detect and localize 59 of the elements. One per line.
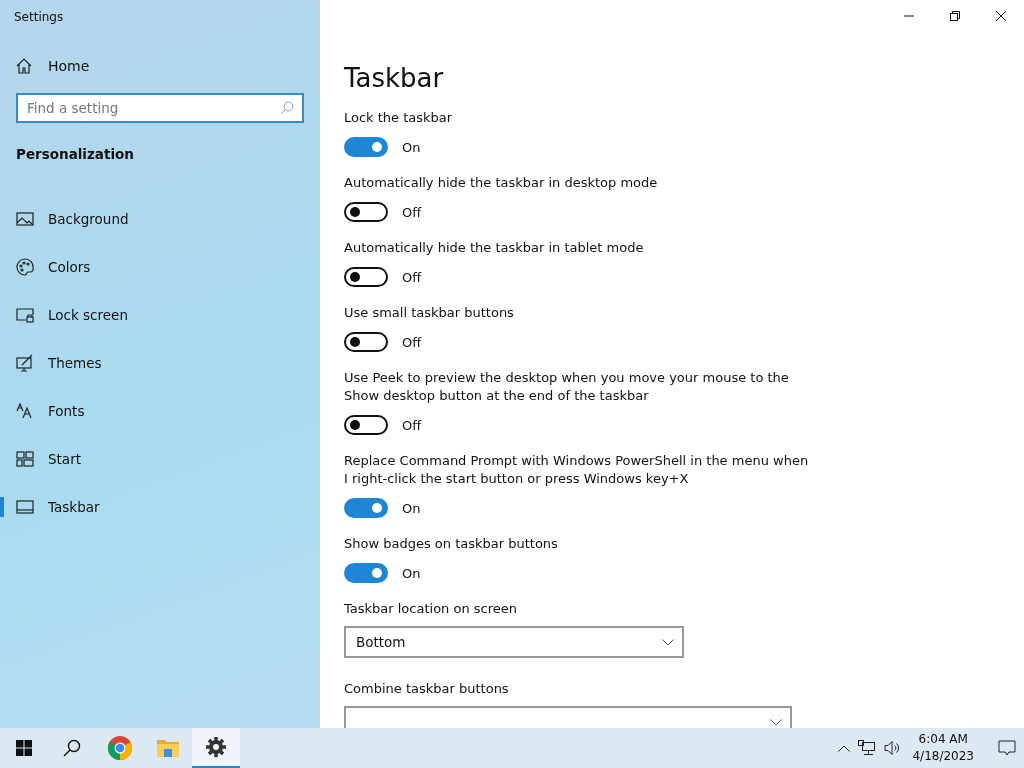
taskbar-icon [16,500,34,514]
setting-label: Combine taskbar buttons [344,680,510,698]
notification-icon[interactable] [998,739,1016,757]
nav-item[interactable]: Background [0,195,320,243]
section-heading: Personalization [16,146,134,162]
setting-label: Show badges on taskbar buttons [344,535,559,553]
nav-item[interactable]: Start [0,435,320,483]
nav-item[interactable]: Colors [0,243,320,291]
setting-label: Automatically hide the taskbar in desktop mode [344,174,659,192]
setting-label: Taskbar location on screen [344,600,518,618]
toggle-switch[interactable] [344,563,388,583]
nav-item[interactable]: Themes [0,339,320,387]
toggle-state: Off [402,417,422,433]
settings-icon[interactable] [206,737,226,757]
fonts-icon [16,403,34,419]
page-title: Taskbar [344,63,444,93]
palette-icon [16,258,34,276]
search-field[interactable]: Find a setting [16,93,304,123]
nav-item[interactable]: Taskbar [0,483,320,531]
toggle-state: Off [402,269,422,285]
toggle-switch[interactable] [344,332,388,352]
start-icon [16,451,34,467]
browser-icon[interactable] [108,736,132,760]
toggle-state: Off [402,204,422,220]
setting-label: Use Peek to preview the desktop when you move your mouse to the Show desktop button at the end of the taskbar [344,369,790,405]
window-title: Settings [13,9,64,26]
setting-label: Replace Command Prompt with Windows PowerShell in the menu when I right-click the start button or press Windows key+X [344,452,810,488]
dropdown[interactable]: Bottom [344,626,684,658]
search-icon[interactable] [63,739,81,757]
setting-label: Lock the taskbar [344,109,454,127]
nav-item[interactable]: Fonts [0,387,320,435]
speaker-icon[interactable] [884,740,901,756]
network-icon[interactable] [858,740,877,756]
toggle-state: On [402,139,421,155]
chevron-down-icon [662,638,674,646]
home-link[interactable]: Home [0,46,106,86]
restore-icon [949,10,961,22]
setting-label: Use small taskbar buttons [344,304,515,322]
toggle-switch[interactable] [344,267,388,287]
toggle-state: On [402,565,421,581]
picture-icon [16,211,34,227]
clock[interactable]: 6:04 AM 4/18/2023 [912,731,974,765]
themes-icon [16,354,34,372]
toggle-switch[interactable] [344,137,388,157]
close-icon [995,10,1007,22]
lock-screen-icon [16,307,34,323]
nav-item[interactable]: Lock screen [0,291,320,339]
toggle-switch[interactable] [344,415,388,435]
search-icon [280,101,294,115]
chevron-down-icon [770,718,782,726]
folder-icon[interactable] [157,738,179,758]
toggle-switch[interactable] [344,498,388,518]
toggle-state: On [402,500,421,516]
toggle-state: Off [402,334,422,350]
chevron-up-icon[interactable] [838,744,851,752]
toggle-switch[interactable] [344,202,388,222]
start-icon[interactable] [16,740,32,756]
setting-label: Automatically hide the taskbar in tablet mode [344,239,645,257]
home-icon [16,58,32,74]
